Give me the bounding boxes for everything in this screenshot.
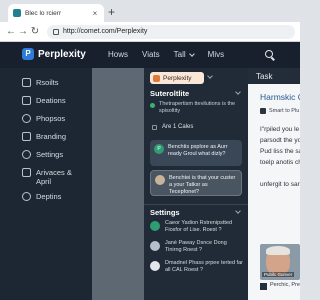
task-title[interactable]: Harmskic Co [260,92,300,102]
browser-tab[interactable]: Blec lo rcierr × [8,4,104,22]
source-footer[interactable]: Perchic, Pre Perplexity [260,282,300,290]
sidebar-item-deations[interactable]: Deations [22,96,66,105]
settings-item[interactable]: Caeor Yadion Rstrenipstted Fiosfor of Li… [150,220,244,233]
task-header: Task [248,68,300,84]
sidebar: Rsoilts Deations Phopsos Branding Settin… [0,68,92,300]
chevron-down-icon[interactable] [235,89,241,95]
prompt-card[interactable]: Benchtei is that your custer a your Tatk… [150,170,242,196]
perplexity-icon [153,74,160,82]
avatar [155,175,165,185]
brush-icon [22,132,31,141]
top-nav: Hows Viats Tall Mivs [108,50,224,59]
avatar [150,221,160,231]
dot-icon [150,103,155,108]
sidebar-item-phopsos[interactable]: Phopsos [22,114,65,123]
gear-icon [22,150,31,159]
source-icon [260,283,267,290]
url-text: http://comet.com/Perplexity [63,28,148,35]
globe-icon [22,192,31,201]
background-page [92,68,144,300]
search-icon[interactable] [265,50,273,58]
settings-item[interactable]: Dmadnel Phass prpee terted far all CAL R… [150,260,244,273]
sidebar-item-deptins[interactable]: Deptins [22,192,61,201]
favicon-icon [13,9,21,17]
chevron-down-icon [188,50,195,57]
cases-label: Are 1 Cales [162,124,194,130]
forward-button[interactable]: → [17,26,29,38]
document-icon [22,96,31,105]
app-header: P Perplexity Hows Viats Tall Mivs [0,42,300,68]
model-selector[interactable]: Perplexity [150,72,204,84]
sidebar-item-settings[interactable]: Settings [22,150,63,159]
source-chip[interactable]: Smart to Plu [260,108,299,114]
archive-icon [22,168,31,177]
suggestion[interactable]: Thetrapertism ttevilutions is the spisol… [150,101,242,115]
task-paragraph: I"rpiled you le parsodt the yo Pud liss … [260,126,300,188]
panel-title: Suteroltlite [150,89,190,98]
nav-item-mivs[interactable]: Mivs [208,50,224,59]
new-tab-button[interactable]: + [108,5,115,19]
task-panel: Task Harmskic Co Smart to Plu I"rpiled y… [248,68,300,300]
grid-icon [22,78,31,87]
photo[interactable]: Pubilc Gunver [260,244,300,280]
brand[interactable]: P Perplexity [22,48,86,60]
settings-item[interactable]: Janè Paway Dsnce Dong Tinirng Roest ? [150,240,244,253]
cases-icon [152,125,157,130]
photo-icon [22,114,31,123]
perplexity-logo-icon: P [22,48,34,60]
brand-name: Perplexity [38,48,86,60]
chevron-down-icon[interactable] [235,208,241,214]
sidebar-item-results[interactable]: Rsoilts [22,78,59,87]
address-bar: ← → ↻ http://comet.com/Perplexity [0,22,300,42]
reload-button[interactable]: ↻ [29,26,41,38]
source-icon [260,108,266,114]
sidebar-item-arivaces[interactable]: Arivaces & April [22,168,82,186]
photo-caption: Pubilc Gunver [262,272,295,277]
chevron-down-icon[interactable] [207,73,213,79]
nav-item-tall[interactable]: Tall [174,50,195,59]
nav-item-viats[interactable]: Viats [142,50,160,59]
avatar [150,241,160,251]
nav-item-hows[interactable]: Hows [108,50,128,59]
close-icon[interactable]: × [91,9,99,18]
avatar: P [154,144,164,154]
tab-title: Blec lo rcierr [25,9,62,17]
sidebar-item-branding[interactable]: Branding [22,132,66,141]
assistant-panel: Perplexity Suteroltlite Thetrapertism tt… [144,68,248,300]
settings-heading: Settings [150,208,180,217]
back-button[interactable]: ← [5,26,17,38]
prompt-card[interactable]: P Benchtis pxplore as Aurr ready Groul w… [150,140,242,166]
avatar [150,261,160,271]
divider [144,204,248,205]
lock-icon [53,28,59,35]
url-input[interactable]: http://comet.com/Perplexity [47,24,295,39]
browser-tab-bar: Blec lo rcierr × + [0,0,300,22]
